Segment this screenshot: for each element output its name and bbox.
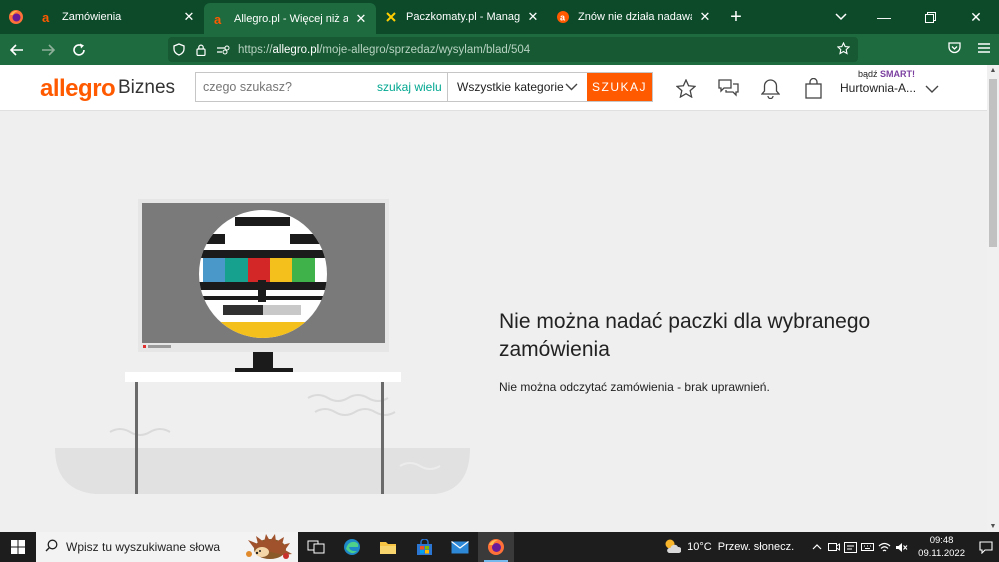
- lock-icon[interactable]: [190, 44, 212, 56]
- new-tab-button[interactable]: +: [720, 0, 752, 34]
- chevron-up-icon[interactable]: [808, 532, 825, 562]
- category-label: Wszystkie kategorie: [457, 80, 564, 94]
- star-icon[interactable]: [675, 77, 697, 99]
- scroll-thumb[interactable]: [989, 79, 997, 247]
- scroll-down-icon[interactable]: ▼: [987, 523, 999, 530]
- firefox-menu-icon[interactable]: [0, 0, 32, 34]
- keyboard-icon[interactable]: [859, 532, 876, 562]
- clock-time: 09:48: [929, 535, 954, 546]
- back-arrow-icon[interactable]: [3, 36, 31, 64]
- url-bar[interactable]: https://allegro.pl/moje-allegro/sprzedaz…: [168, 37, 858, 62]
- svg-text:a: a: [214, 13, 222, 25]
- weather-description: Przew. słonecz.: [717, 541, 795, 553]
- error-message: Nie można odczytać zamówienia - brak upr…: [499, 380, 770, 394]
- tab-title: Allegro.pl - Więcej niż aukcje. Naj: [234, 12, 348, 25]
- tab-title: Paczkomaty.pl - Manager przesył: [406, 11, 520, 23]
- tab-znow-nie-dziala[interactable]: a Znów nie działa nadawanie wysył ✕: [548, 0, 720, 34]
- taskview-icon[interactable]: [298, 532, 334, 562]
- notifications-icon[interactable]: [973, 540, 999, 554]
- search-bar: czego szukasz? szukaj wielu Wszystkie ka…: [195, 72, 653, 102]
- close-tab-icon[interactable]: ✕: [526, 9, 540, 25]
- tab-title: Znów nie działa nadawanie wysył: [578, 11, 692, 23]
- close-window-icon[interactable]: ✕: [953, 0, 999, 34]
- logo-biznes-label[interactable]: Biznes: [118, 77, 175, 99]
- category-select[interactable]: Wszystkie kategorie: [447, 73, 587, 101]
- windows-taskbar: Wpisz tu wyszukiwane słowa 10°C Przew. s…: [0, 532, 999, 562]
- allegro-logo[interactable]: allegro: [40, 75, 116, 103]
- firefox-taskbar-icon[interactable]: [478, 532, 514, 562]
- shopping-bag-icon[interactable]: [802, 77, 824, 99]
- forward-arrow-icon[interactable]: [34, 36, 62, 64]
- restore-icon[interactable]: [907, 0, 953, 34]
- weather-widget[interactable]: 10°C Przew. słonecz.: [657, 538, 794, 557]
- allegro-favicon-icon: a: [212, 12, 226, 26]
- shield-icon[interactable]: [168, 43, 190, 56]
- svg-text:a: a: [42, 11, 50, 23]
- mail-icon[interactable]: [442, 532, 478, 562]
- allegro-favicon-icon: a: [40, 10, 54, 24]
- browser-tab-strip: a Zamówienia ✕ a Allegro.pl - Więcej niż…: [0, 0, 999, 34]
- tab-title: Zamówienia: [62, 11, 122, 23]
- store-icon[interactable]: [406, 532, 442, 562]
- scroll-up-icon[interactable]: ▲: [987, 67, 999, 74]
- windows-start-icon[interactable]: [0, 532, 36, 562]
- clock-date: 09.11.2022: [918, 548, 965, 559]
- browser-nav-bar: https://allegro.pl/moje-allegro/sprzedaz…: [0, 34, 999, 65]
- broken-tv-illustration: [55, 190, 475, 500]
- clock[interactable]: 09:48 09.11.2022: [918, 534, 965, 560]
- hamburger-menu-icon[interactable]: [969, 34, 999, 62]
- messages-icon[interactable]: [717, 77, 739, 99]
- search-button[interactable]: SZUKAJ: [587, 73, 652, 101]
- close-tab-icon[interactable]: ✕: [182, 9, 196, 25]
- smart-badge[interactable]: bądź SMART!: [858, 69, 915, 79]
- taskbar-search-input[interactable]: Wpisz tu wyszukiwane słowa: [36, 532, 298, 562]
- taskbar-search-placeholder: Wpisz tu wyszukiwane słowa: [66, 540, 221, 554]
- bookmark-star-icon[interactable]: [836, 41, 851, 58]
- bell-icon[interactable]: [759, 77, 781, 99]
- search-many-link[interactable]: szukaj wielu: [377, 73, 442, 101]
- file-explorer-icon[interactable]: [370, 532, 406, 562]
- list-all-tabs-icon[interactable]: [821, 0, 861, 34]
- account-name[interactable]: Hurtownia-A...: [840, 81, 916, 95]
- tab-zamowienia[interactable]: a Zamówienia ✕: [32, 0, 204, 34]
- permissions-icon[interactable]: [212, 45, 234, 55]
- edge-browser-icon[interactable]: [334, 532, 370, 562]
- wifi-icon[interactable]: [876, 532, 893, 562]
- close-tab-icon[interactable]: ✕: [698, 9, 712, 25]
- meet-now-icon[interactable]: [825, 532, 842, 562]
- tab-allegro[interactable]: a Allegro.pl - Więcej niż aukcje. Naj ✕: [204, 3, 376, 34]
- search-icon: [45, 539, 58, 555]
- minimize-icon[interactable]: —: [861, 0, 907, 34]
- system-tray: 10°C Przew. słonecz. 09:48 09.11.2022: [657, 532, 999, 562]
- pocket-icon[interactable]: [939, 34, 969, 62]
- partly-sunny-icon: [663, 538, 682, 557]
- account-chevron-icon[interactable]: [925, 81, 939, 99]
- smart-label: SMART!: [880, 69, 916, 79]
- hedgehog-icon: [240, 534, 292, 562]
- reload-icon[interactable]: [65, 36, 93, 64]
- allegro-header: allegro Biznes czego szukasz? szukaj wie…: [0, 65, 987, 111]
- inpost-favicon-icon: [384, 10, 398, 24]
- chevron-down-icon: [565, 80, 578, 94]
- url-text: https://allegro.pl/moje-allegro/sprzedaz…: [238, 43, 531, 56]
- volume-mute-icon[interactable]: [893, 532, 910, 562]
- error-title: Nie można nadać paczki dla wybranego zam…: [499, 310, 871, 361]
- tab-paczkomaty[interactable]: Paczkomaty.pl - Manager przesył ✕: [376, 0, 548, 34]
- page-scrollbar[interactable]: ▲ ▼: [987, 65, 999, 532]
- allegro-favicon-icon: a: [556, 10, 570, 24]
- weather-temperature: 10°C: [687, 541, 712, 553]
- close-tab-icon[interactable]: ✕: [354, 11, 368, 27]
- onedrive-icon[interactable]: [842, 532, 859, 562]
